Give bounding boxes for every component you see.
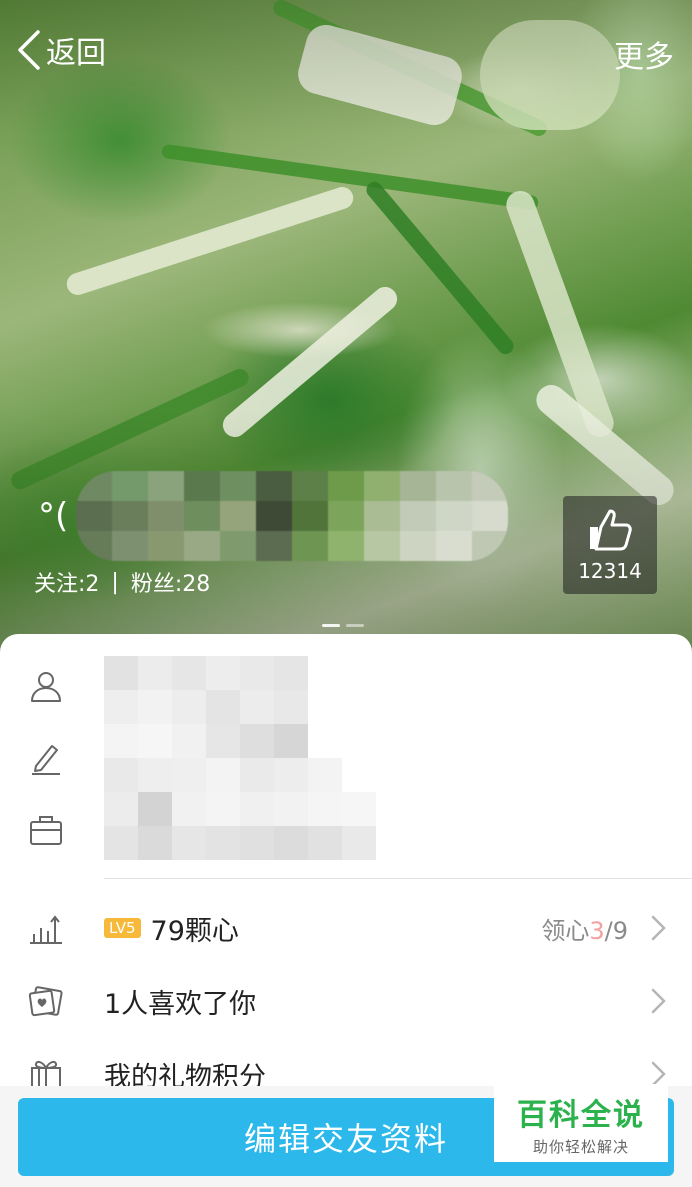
liked-by-label: 1人喜欢了你: [104, 988, 257, 1020]
level-row[interactable]: LV5 79颗心 领心3/9: [0, 892, 692, 964]
liked-by-row[interactable]: 1人喜欢了你: [0, 965, 692, 1037]
chevron-left-icon: [18, 30, 40, 70]
claim-hearts-status: 领心3/9: [541, 911, 628, 946]
bar-chart-icon: [30, 915, 62, 944]
back-label: 返回: [46, 36, 106, 71]
claim-total: /9: [604, 916, 628, 945]
info-row-job: [28, 810, 64, 850]
photo-card-icon: [28, 986, 63, 1017]
profile-info-mosaic: [104, 656, 376, 860]
watermark-title: 百科全说: [517, 1097, 645, 1133]
hearts-count: 79颗心: [150, 915, 239, 947]
level-label: LV5 79颗心: [104, 909, 239, 948]
following-count[interactable]: 关注:2: [34, 566, 99, 598]
like-button[interactable]: 12314: [563, 496, 657, 594]
follow-stats: 关注:2 | 粉丝:28: [34, 566, 210, 598]
chevron-right-icon: [651, 988, 666, 1014]
like-count: 12314: [578, 559, 642, 583]
chevron-right-icon: [651, 915, 666, 941]
claim-current: 3: [589, 916, 605, 945]
briefcase-icon: [30, 816, 62, 845]
more-button[interactable]: 更多: [614, 32, 674, 76]
watermark-subtitle: 助你轻松解决: [532, 1137, 629, 1156]
page-dot: [322, 624, 340, 627]
person-icon: [31, 672, 61, 702]
profile-cover-photo[interactable]: 返回 更多 °( 关注:2 | 粉丝:28 12314: [0, 0, 692, 680]
info-row-person: [28, 666, 64, 706]
claim-prefix: 领心: [541, 916, 590, 945]
section-divider: [104, 878, 692, 879]
thumbs-up-icon: [590, 509, 632, 551]
stats-separator: |: [111, 569, 119, 595]
back-button[interactable]: 返回: [16, 28, 106, 72]
watermark: 百科全说 助你轻松解决: [494, 1084, 668, 1162]
level-badge: LV5: [104, 918, 141, 938]
page-dot: [346, 624, 364, 627]
nickname-prefix: °(: [38, 496, 69, 536]
pencil-icon: [32, 745, 60, 775]
fans-count[interactable]: 粉丝:28: [131, 566, 210, 598]
nickname: °(: [38, 468, 518, 564]
photo-page-indicator: [322, 624, 364, 627]
info-row-signature: [28, 738, 64, 778]
nickname-mosaic: [76, 471, 509, 561]
